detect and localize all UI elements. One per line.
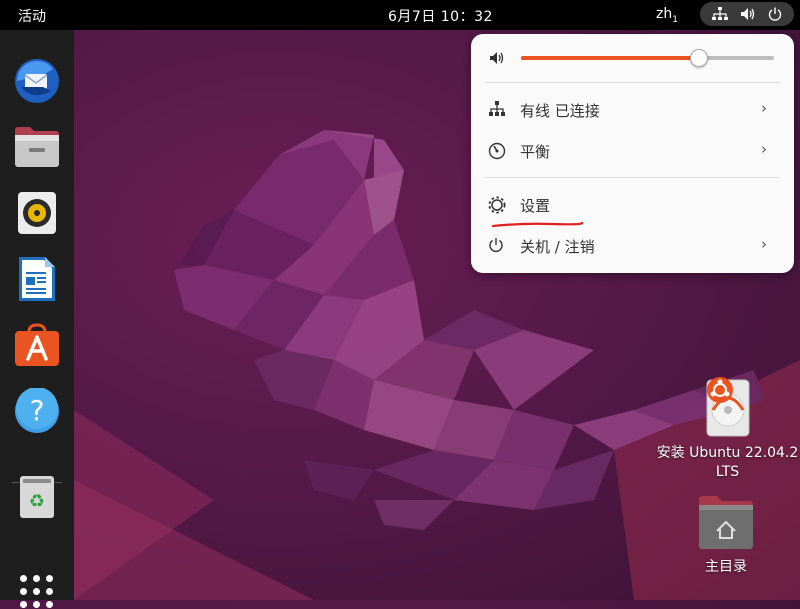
chevron-right-icon: › xyxy=(761,140,767,158)
menu-separator xyxy=(485,82,780,83)
input-method-indicator[interactable]: zh1 xyxy=(656,6,678,25)
help-icon: ? xyxy=(15,388,59,433)
dock-item-ubuntu-software[interactable] xyxy=(13,321,61,369)
menu-item-power-off-logout[interactable]: 关机 / 注销 › xyxy=(471,226,794,266)
power-profile-icon xyxy=(488,142,506,160)
trash-icon: ♻ xyxy=(20,476,54,518)
install-label-line1: 安装 Ubuntu 22.04.2 xyxy=(656,445,799,461)
install-label-line2: LTS xyxy=(715,464,740,480)
svg-text:♻: ♻ xyxy=(29,491,45,512)
home-folder-icon xyxy=(699,496,753,549)
libreoffice-writer-icon xyxy=(19,257,55,301)
menu-item-settings[interactable]: 设置 xyxy=(471,185,794,225)
volume-icon xyxy=(740,7,756,21)
network-icon xyxy=(712,7,728,21)
settings-label: 设置 xyxy=(520,197,551,215)
chevron-right-icon: › xyxy=(761,99,767,117)
input-method-sub: 1 xyxy=(672,14,678,25)
system-status-menu-button[interactable] xyxy=(700,2,794,26)
power-off-logout-label: 关机 / 注销 xyxy=(520,238,595,256)
dock-item-thunderbird[interactable] xyxy=(13,57,61,105)
top-panel: 活动 6月7日 10：32 zh1 xyxy=(0,0,800,30)
rhythmbox-icon xyxy=(18,192,56,234)
volume-row xyxy=(471,34,794,82)
power-icon xyxy=(488,237,506,255)
speaker-icon xyxy=(489,51,505,69)
power-icon xyxy=(768,7,782,21)
desktop-icon-install-ubuntu[interactable]: 安装 Ubuntu 22.04.2 LTS xyxy=(655,376,800,482)
menu-item-wired-network[interactable]: 有线 已连接 › xyxy=(471,90,794,130)
input-method-label: zh xyxy=(656,6,673,22)
home-label: 主目录 xyxy=(705,559,747,575)
dock-item-files[interactable] xyxy=(13,123,61,171)
dock-item-help[interactable]: ? xyxy=(13,387,61,435)
annotation-underline xyxy=(492,221,584,228)
wired-network-label: 有线 已连接 xyxy=(520,102,600,120)
volume-slider-handle[interactable] xyxy=(690,49,709,67)
desktop-icon-home[interactable]: 主目录 xyxy=(686,494,766,576)
dock: ? ♻ xyxy=(0,30,74,608)
menu-item-power-profile[interactable]: 平衡 › xyxy=(471,131,794,171)
ubuntu-software-icon xyxy=(15,323,59,366)
settings-icon xyxy=(488,196,506,214)
volume-slider-fill xyxy=(521,56,699,60)
menu-separator xyxy=(485,177,780,178)
thunderbird-icon xyxy=(15,59,59,103)
wired-network-icon xyxy=(488,101,506,119)
chevron-right-icon: › xyxy=(761,235,767,253)
dock-item-trash[interactable]: ♻ xyxy=(13,473,61,521)
activities-button[interactable]: 活动 xyxy=(18,6,46,26)
dock-item-rhythmbox[interactable] xyxy=(13,189,61,237)
volume-slider[interactable] xyxy=(521,49,774,67)
power-profile-label: 平衡 xyxy=(520,143,551,161)
files-icon xyxy=(15,127,59,167)
installer-icon xyxy=(706,377,749,437)
svg-text:?: ? xyxy=(30,394,45,427)
clock-button[interactable]: 6月7日 10：32 xyxy=(388,6,493,26)
show-apps-button[interactable] xyxy=(20,575,54,609)
system-menu: 有线 已连接 › 平衡 › 设置 关机 / 注销 › xyxy=(471,34,794,273)
dock-item-writer[interactable] xyxy=(13,255,61,303)
